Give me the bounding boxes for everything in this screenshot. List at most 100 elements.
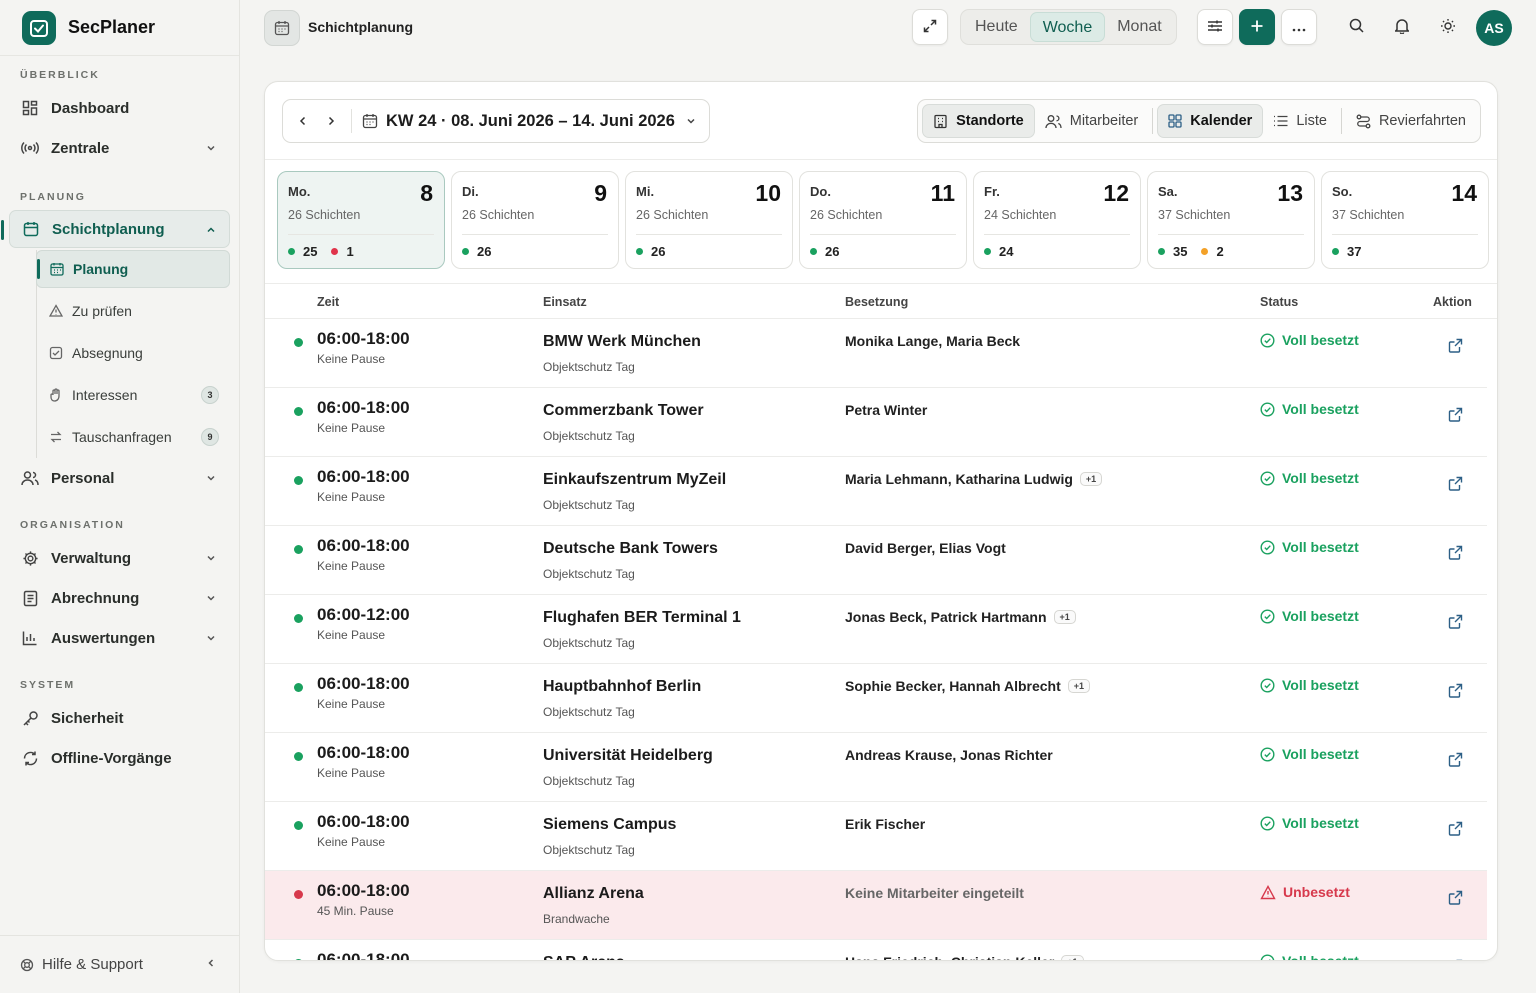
add-shift-button[interactable] xyxy=(1239,9,1275,45)
day-card[interactable]: Mo. 8 26 Schichten 25 1 xyxy=(277,171,445,269)
theme-toggle-button[interactable] xyxy=(1430,9,1466,45)
more-staff-badge[interactable]: +1 xyxy=(1061,955,1084,960)
open-shift-button[interactable] xyxy=(1448,752,1463,767)
table-row[interactable]: 06:00-18:00 45 Min. Pause Allianz Arena … xyxy=(265,871,1487,940)
shift-staff: David Berger, Elias Vogt xyxy=(845,540,1006,556)
day-card[interactable]: So. 14 37 Schichten 37 xyxy=(1321,171,1489,269)
open-shift-button[interactable] xyxy=(1448,614,1463,629)
shift-time: 06:00-18:00 xyxy=(317,467,410,486)
fullscreen-button[interactable] xyxy=(912,9,948,45)
open-shift-button[interactable] xyxy=(1448,683,1463,698)
broadcast-icon xyxy=(20,138,40,158)
table-row[interactable]: 06:00-18:00 Keine Pause Commerzbank Towe… xyxy=(265,388,1487,457)
status-dot xyxy=(294,890,303,899)
table-row[interactable]: 06:00-18:00 SAP Arena Hans Friedrich, Ch… xyxy=(265,940,1487,960)
table-row[interactable]: 06:00-18:00 Keine Pause Universität Heid… xyxy=(265,733,1487,802)
open-shift-button[interactable] xyxy=(1448,545,1463,560)
next-week-button[interactable] xyxy=(317,100,345,142)
col-header-status[interactable]: Status xyxy=(1260,295,1298,309)
col-header-aktion: Aktion xyxy=(1433,295,1472,309)
table-row[interactable]: 06:00-18:00 Keine Pause Einkaufszentrum … xyxy=(265,457,1487,526)
sidebar-subitem-planung[interactable]: Planung xyxy=(36,250,230,288)
shift-staff: Monika Lange, Maria Beck xyxy=(845,333,1020,349)
sidebar-item-personal[interactable]: Personal xyxy=(0,458,239,498)
status-dot xyxy=(294,476,303,485)
shift-site[interactable]: Deutsche Bank Towers xyxy=(543,540,718,558)
shift-site[interactable]: Commerzbank Tower xyxy=(543,402,704,420)
help-support[interactable]: Hilfe & Support xyxy=(0,935,239,993)
user-avatar[interactable]: AS xyxy=(1476,10,1512,46)
table-row[interactable]: 06:00-18:00 Keine Pause BMW Werk München… xyxy=(265,319,1487,388)
revierfahrten-button[interactable]: Revierfahrten xyxy=(1346,104,1476,138)
day-card[interactable]: Mi. 10 26 Schichten 26 xyxy=(625,171,793,269)
shift-time: 06:00-18:00 xyxy=(317,398,410,417)
group-by-standorte-button[interactable]: Standorte xyxy=(922,104,1035,138)
open-shift-button[interactable] xyxy=(1448,407,1463,422)
sidebar-subitem-tauschanfragen[interactable]: Tauschanfragen 9 xyxy=(36,416,239,458)
divider xyxy=(1332,234,1478,235)
day-card[interactable]: Fr. 12 24 Schichten 24 xyxy=(973,171,1141,269)
week-range-picker[interactable]: KW 24 · 08. Juni 2026 – 14. Juni 2026 xyxy=(386,112,675,131)
open-shift-button[interactable] xyxy=(1448,338,1463,353)
document-icon xyxy=(20,588,40,608)
sidebar-item-auswertungen[interactable]: Auswertungen xyxy=(0,618,239,658)
shift-site[interactable]: SAP Arena xyxy=(543,954,625,960)
open-shift-button[interactable] xyxy=(1448,821,1463,836)
shift-time: 06:00-18:00 xyxy=(317,881,410,900)
notifications-button[interactable] xyxy=(1384,9,1420,45)
sidebar-item-abrechnung[interactable]: Abrechnung xyxy=(0,578,239,618)
col-header-einsatz[interactable]: Einsatz xyxy=(543,295,587,309)
shift-site[interactable]: Flughafen BER Terminal 1 xyxy=(543,609,741,627)
open-shift-button[interactable] xyxy=(1448,890,1463,905)
sidebar-item-dashboard[interactable]: Dashboard xyxy=(0,88,239,128)
collapse-sidebar-icon[interactable] xyxy=(205,956,217,973)
calendar-icon xyxy=(49,261,65,277)
sidebar-subitem-zu-pruefen[interactable]: Zu prüfen xyxy=(36,290,239,332)
day-card[interactable]: Do. 11 26 Schichten 26 xyxy=(799,171,967,269)
more-button[interactable] xyxy=(1281,9,1317,45)
open-shift-button[interactable] xyxy=(1448,959,1463,960)
table-row[interactable]: 06:00-18:00 Keine Pause Hauptbahnhof Ber… xyxy=(265,664,1487,733)
sidebar-subitem-absegnung[interactable]: Absegnung xyxy=(36,332,239,374)
filter-button[interactable] xyxy=(1197,9,1233,45)
more-staff-badge[interactable]: +1 xyxy=(1079,472,1103,486)
shift-site[interactable]: Universität Heidelberg xyxy=(543,747,713,765)
open-shift-button[interactable] xyxy=(1448,476,1463,491)
sidebar-item-zentrale[interactable]: Zentrale xyxy=(0,128,239,168)
shift-site[interactable]: Hauptbahnhof Berlin xyxy=(543,678,701,696)
search-button[interactable] xyxy=(1338,9,1374,45)
status-badge: Voll besetzt xyxy=(1260,608,1359,624)
sidebar-item-sicherheit[interactable]: Sicherheit xyxy=(0,698,239,738)
more-staff-badge[interactable]: +1 xyxy=(1053,610,1076,624)
refresh-icon xyxy=(20,748,40,768)
col-header-besetzung[interactable]: Besetzung xyxy=(845,295,908,309)
sidebar-item-verwaltung[interactable]: Verwaltung xyxy=(0,538,239,578)
day-card[interactable]: Sa. 13 37 Schichten 35 2 xyxy=(1147,171,1315,269)
shift-staff: Maria Lehmann, Katharina Ludwig +1 xyxy=(845,471,1103,487)
view-heute-button[interactable]: Heute xyxy=(963,12,1030,42)
table-row[interactable]: 06:00-18:00 Keine Pause Siemens Campus O… xyxy=(265,802,1487,871)
view-monat-button[interactable]: Monat xyxy=(1105,12,1173,42)
sidebar-item-offline[interactable]: Offline-Vorgänge xyxy=(0,738,239,778)
previous-week-button[interactable] xyxy=(289,100,317,142)
table-row[interactable]: 06:00-12:00 Keine Pause Flughafen BER Te… xyxy=(265,595,1487,664)
mitarbeiter-label: Mitarbeiter xyxy=(1069,113,1139,129)
table-row[interactable]: 06:00-18:00 Keine Pause Deutsche Bank To… xyxy=(265,526,1487,595)
view-kalender-button[interactable]: Kalender xyxy=(1157,104,1264,138)
group-by-mitarbeiter-button[interactable]: Mitarbeiter xyxy=(1035,104,1149,138)
sidebar-subitem-interessen[interactable]: Interessen 3 xyxy=(36,374,239,416)
view-liste-button[interactable]: Liste xyxy=(1263,104,1337,138)
day-staffed-count: 35 xyxy=(1173,244,1188,259)
section-organisation: ORGANISATION xyxy=(20,519,125,531)
day-card[interactable]: Di. 9 26 Schichten 26 xyxy=(451,171,619,269)
shift-site[interactable]: Allianz Arena xyxy=(543,885,644,903)
view-woche-button[interactable]: Woche xyxy=(1029,12,1106,42)
sidebar-item-schichtplanung[interactable]: Schichtplanung xyxy=(1,210,230,248)
col-header-zeit[interactable]: Zeit xyxy=(317,295,339,309)
shift-site[interactable]: Siemens Campus xyxy=(543,816,676,834)
shift-site[interactable]: Einkaufszentrum MyZeil xyxy=(543,471,726,489)
shift-site[interactable]: BMW Werk München xyxy=(543,333,701,351)
brand[interactable]: SecPlaner xyxy=(0,0,239,56)
status-badge: Voll besetzt xyxy=(1260,470,1359,486)
more-staff-badge[interactable]: +1 xyxy=(1067,679,1091,693)
